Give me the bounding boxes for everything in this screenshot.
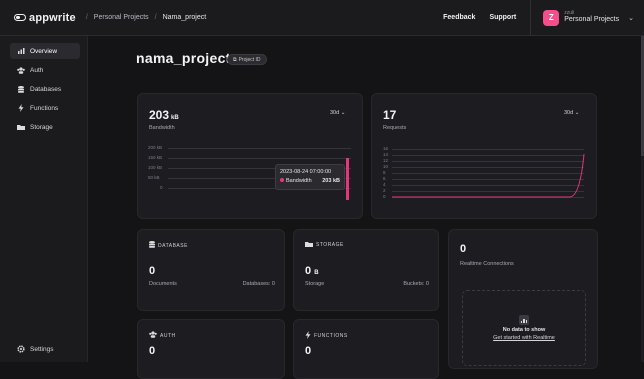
y-tick: 0 xyxy=(383,194,386,199)
appwrite-logo[interactable]: appwrite xyxy=(14,12,76,24)
org-name: Personal Projects xyxy=(564,16,620,24)
bandwidth-card: 203 kB Bandwidth 30d ⌄ 200 kB 150 kB 100 … xyxy=(137,93,363,219)
card-header: STORAGE xyxy=(316,242,344,248)
sidebar-item-settings[interactable]: Settings xyxy=(10,341,81,357)
chevron-down-icon: ⌄ xyxy=(340,110,346,116)
folder-icon xyxy=(305,241,313,249)
y-tick: 16 xyxy=(383,146,389,151)
realtime-label: Realtime Connections xyxy=(460,261,514,267)
logo-text: appwrite xyxy=(29,11,76,24)
sidebar-item-storage[interactable]: Storage xyxy=(10,119,80,135)
avatar: Z xyxy=(543,9,560,26)
gear-icon xyxy=(17,345,25,353)
card-header: FUNCTIONS xyxy=(314,333,348,339)
y-tick: 14 xyxy=(383,152,389,157)
sidebar-item-label: Overview xyxy=(30,47,58,55)
main-content: nama_project ⧉ Project ID 203 kB Bandwidt… xyxy=(88,36,644,379)
sidebar-item-auth[interactable]: Auth xyxy=(10,62,80,78)
functions-card[interactable]: FUNCTIONS 0 xyxy=(293,319,439,379)
storage-card[interactable]: STORAGE 0 B Storage Buckets: 0 xyxy=(293,229,439,311)
folder-icon xyxy=(17,123,25,131)
y-tick: 2 xyxy=(383,188,386,193)
y-tick: 0 xyxy=(160,185,163,190)
support-button[interactable]: Support xyxy=(489,14,516,21)
feedback-button[interactable]: Feedback xyxy=(443,14,475,21)
chart-icon xyxy=(17,47,25,55)
requests-label: Requests xyxy=(383,125,407,131)
card-header: AUTH xyxy=(160,332,176,339)
auth-card[interactable]: AUTH 0 xyxy=(137,319,285,379)
copy-icon: ⧉ xyxy=(233,56,237,63)
sidebar-item-label: Auth xyxy=(30,66,44,74)
breadcrumb-project[interactable]: Nama_project xyxy=(163,14,207,21)
auth-value: 0 xyxy=(149,345,156,357)
lightning-icon xyxy=(305,331,311,341)
users-icon xyxy=(17,66,25,74)
sidebar-item-label: Databases xyxy=(30,85,62,93)
y-tick: 4 xyxy=(383,182,386,187)
y-tick: 200 kB xyxy=(148,145,163,150)
org-selector[interactable]: Z zzuli Personal Projects ⌄ xyxy=(530,0,634,36)
page-title: nama_project xyxy=(136,50,231,66)
y-tick: 12 xyxy=(383,158,389,163)
sidebar-item-label: Storage xyxy=(30,123,53,131)
y-tick: 8 xyxy=(383,170,386,175)
database-card[interactable]: DATABASE 0 Documents Databases: 0 xyxy=(137,229,285,311)
database-icon xyxy=(149,241,155,250)
bandwidth-bar xyxy=(346,158,349,200)
sidebar-item-overview[interactable]: Overview xyxy=(10,43,80,59)
breadcrumb: / Personal Projects / Nama_project xyxy=(85,14,207,21)
lightning-icon xyxy=(17,104,25,112)
logo-icon xyxy=(14,14,26,21)
requests-period-select[interactable]: 30d ⌄ xyxy=(564,110,579,116)
users-icon xyxy=(149,331,157,340)
requests-card: 17 Requests 30d ⌄ 16 14 12 10 8 6 4 2 0 xyxy=(371,93,597,219)
card-header: DATABASE xyxy=(158,242,188,249)
sidebar: Overview Auth Databases Functions Storag… xyxy=(0,36,88,362)
requests-line xyxy=(392,153,585,198)
realtime-card: 0 Realtime Connections No data to show G… xyxy=(448,229,598,369)
top-bar: appwrite / Personal Projects / Nama_proj… xyxy=(0,0,644,36)
requests-value: 17 xyxy=(383,108,397,122)
get-started-realtime-link[interactable]: Get started with Realtime xyxy=(493,335,555,341)
project-id-badge[interactable]: ⧉ Project ID xyxy=(227,54,267,65)
sidebar-item-functions[interactable]: Functions xyxy=(10,100,80,116)
empty-title: No data to show xyxy=(502,327,546,333)
documents-value: 0 xyxy=(149,265,156,277)
y-tick: 10 xyxy=(383,164,389,169)
y-tick: 6 xyxy=(383,176,386,181)
sidebar-item-databases[interactable]: Databases xyxy=(10,81,80,97)
database-icon xyxy=(17,85,25,93)
realtime-value: 0 xyxy=(460,243,467,255)
storage-value: 0 B xyxy=(305,265,319,277)
realtime-empty-state: No data to show Get started with Realtim… xyxy=(462,290,586,366)
functions-value: 0 xyxy=(305,345,312,357)
bandwidth-label: Bandwidth xyxy=(149,125,175,131)
breadcrumb-org[interactable]: Personal Projects xyxy=(94,14,149,21)
y-tick: 50 kB xyxy=(148,175,160,180)
y-tick: 150 kB xyxy=(148,155,163,160)
storage-label: Storage xyxy=(305,281,325,287)
documents-label: Documents xyxy=(149,281,177,287)
chevron-down-icon: ⌄ xyxy=(628,14,634,22)
y-tick: 100 kB xyxy=(148,165,163,170)
bandwidth-value: 203 kB xyxy=(149,108,179,122)
sidebar-item-label: Settings xyxy=(30,345,54,353)
buckets-count: Buckets: 0 xyxy=(403,281,429,287)
sidebar-item-label: Functions xyxy=(30,104,59,112)
chevron-down-icon: ⌄ xyxy=(574,110,580,116)
chart-icon xyxy=(519,315,529,325)
databases-count: Databases: 0 xyxy=(242,281,275,287)
chart-tooltip: 2023-08-24 07:00:00 Bandwidth 203 kB xyxy=(275,164,345,190)
bandwidth-period-select[interactable]: 30d ⌄ xyxy=(330,110,345,116)
